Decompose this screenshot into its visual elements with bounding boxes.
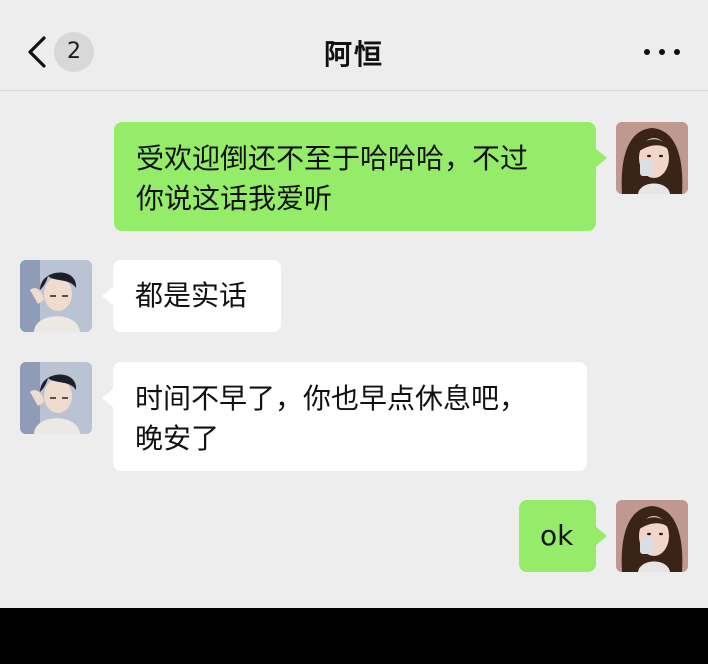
- contact-avatar[interactable]: [20, 362, 92, 434]
- woman-avatar-icon: [616, 122, 688, 194]
- message-bubble-sent[interactable]: 受欢迎倒还不至于哈哈哈，不过 你说这话我爱听: [114, 122, 607, 231]
- woman-avatar-icon: [616, 500, 688, 572]
- my-avatar[interactable]: [616, 122, 688, 194]
- man-avatar-icon: [20, 260, 92, 332]
- message-text: 时间不早了，你也早点休息吧，: [135, 382, 528, 415]
- message-text: 受欢迎倒还不至于哈哈哈，不过: [136, 142, 529, 175]
- message-text: 都是实话: [135, 279, 248, 312]
- contact-name-title: 阿恒: [323, 38, 384, 71]
- message-text: 晚安了: [135, 422, 220, 455]
- man-avatar-icon: [20, 362, 92, 434]
- more-options-button[interactable]: [640, 40, 684, 64]
- message-bubble-received[interactable]: 都是实话: [102, 260, 281, 332]
- chat-header: 2 阿恒: [0, 0, 708, 91]
- message-text: 你说这话我爱听: [136, 182, 333, 215]
- more-dots-icon: [659, 49, 665, 55]
- message-text: ok: [540, 519, 574, 552]
- my-avatar[interactable]: [616, 500, 688, 572]
- chat-screen: 2 阿恒 受欢迎倒还不至于哈哈哈，不过 你说这话我爱听 都是实话 时间不早了，你…: [0, 0, 708, 608]
- more-dots-icon: [674, 49, 680, 55]
- contact-avatar[interactable]: [20, 260, 92, 332]
- more-dots-icon: [644, 49, 650, 55]
- message-bubble-received[interactable]: 时间不早了，你也早点休息吧， 晚安了: [102, 362, 587, 471]
- message-bubble-sent[interactable]: ok: [519, 500, 607, 572]
